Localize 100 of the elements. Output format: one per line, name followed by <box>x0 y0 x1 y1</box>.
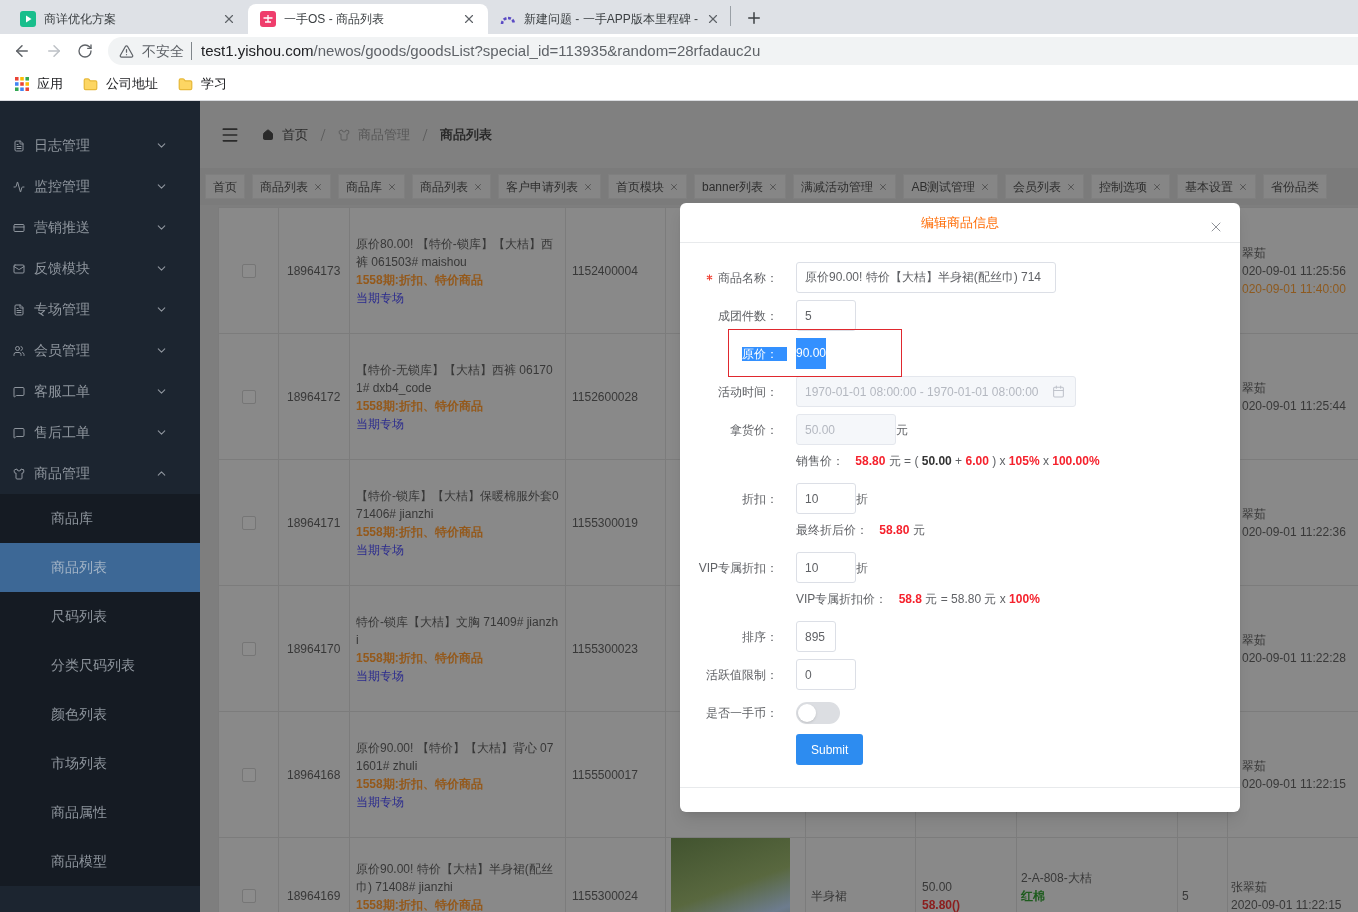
sidebar-menu-item[interactable]: 专场管理 <box>0 289 200 330</box>
separator-icon <box>320 127 326 142</box>
page-tag[interactable]: 首页 <box>205 174 245 199</box>
sidebar-submenu-item[interactable]: 商品列表 <box>0 543 200 592</box>
field-label: 拿货价： <box>730 421 778 439</box>
sidebar-menu-item[interactable]: 售后工单 <box>0 412 200 453</box>
address-field[interactable]: 不安全 test1.yishou.com/newos/goods/goodsList?special_id=113935&random=28rfadauc2u <box>108 37 1358 65</box>
topic-link[interactable]: 当期专场 <box>356 792 404 811</box>
sidebar-submenu-item[interactable]: 市场列表 <box>0 739 200 788</box>
sidebar-menu-item[interactable]: 会员管理 <box>0 330 200 371</box>
page-tag[interactable]: 基本设置 <box>1177 174 1257 199</box>
calendar-icon <box>1052 385 1065 398</box>
required-icon <box>706 274 713 281</box>
promo-label: 1558期:折扣、特价商品 <box>356 649 484 667</box>
page-tag[interactable]: 商品列表 <box>252 174 331 199</box>
pulse-icon <box>13 180 25 193</box>
product-id: 18964170 <box>287 640 341 658</box>
sidebar-submenu-item[interactable]: 商品库 <box>0 494 200 543</box>
page-tag[interactable]: 商品库 <box>338 174 405 199</box>
bookmark-item[interactable]: 应用 <box>15 74 63 94</box>
message-icon <box>13 385 25 398</box>
field-label: VIP专属折扣： <box>698 559 778 577</box>
sale-price: 58.80() <box>922 896 962 912</box>
page-tag[interactable]: 控制选项 <box>1091 174 1171 199</box>
product-code: 1155300024 <box>572 887 638 905</box>
price-value: 90.00 <box>796 338 827 369</box>
warning-icon <box>119 43 134 59</box>
page-tag[interactable]: 满减活动管理 <box>793 174 897 199</box>
field-label: 是否一手币： <box>706 705 778 722</box>
creator-name: 翠茹 <box>1242 379 1267 397</box>
field-label: 活跃值限制： <box>706 666 778 684</box>
sidebar-menu-item[interactable]: 营销推送 <box>0 207 200 248</box>
creator-name: 翠茹 <box>1242 757 1267 775</box>
sidebar-submenu-item[interactable]: 分类尺码列表 <box>0 641 200 690</box>
text-input[interactable]: 0 <box>796 659 856 690</box>
bookmark-item[interactable]: 学习 <box>178 74 227 94</box>
category-text: 半身裙 <box>811 887 847 905</box>
sidebar-menu-item[interactable]: 商品管理 <box>0 453 200 494</box>
product-code: 1152600028 <box>572 388 638 406</box>
product-code: 1155500017 <box>572 766 638 784</box>
text-input[interactable]: 原价90.00! 特价【大桔】半身裙(配丝巾) 714 <box>796 262 1056 293</box>
new-tab-icon[interactable] <box>745 9 763 27</box>
envelope-icon <box>13 262 25 275</box>
page-tag[interactable]: AB测试管理 <box>903 174 999 199</box>
browser-tab[interactable]: 一手OS - 商品列表 <box>248 4 488 34</box>
page-tag[interactable]: 客户申请列表 <box>498 174 601 199</box>
page-tag[interactable]: 省份品类 <box>1263 174 1328 199</box>
breadcrumb-item: 商品列表 <box>440 125 492 144</box>
sidebar-submenu-item[interactable]: 商品属性 <box>0 788 200 837</box>
product-id: 18964169 <box>287 887 341 905</box>
field-label: 活动时间： <box>718 383 778 401</box>
sidebar-submenu-item[interactable]: 尺码列表 <box>0 592 200 641</box>
sidebar-submenu-item[interactable]: 商品模型 <box>0 837 200 886</box>
text-input[interactable]: 10 <box>796 552 856 583</box>
page-tag[interactable]: banner列表 <box>694 174 787 199</box>
topic-link[interactable]: 当期专场 <box>356 288 404 307</box>
folder-icon <box>83 76 98 92</box>
bookmark-item[interactable]: 公司地址 <box>83 74 158 94</box>
submit-button[interactable]: Submit <box>796 734 864 765</box>
creator-name: 翠茹 <box>1242 631 1267 649</box>
timestamp: 020-09-01 11:25:44 <box>1242 397 1347 415</box>
back-icon[interactable] <box>13 42 31 60</box>
page-tag[interactable]: 商品列表 <box>412 174 491 199</box>
product-id: 18964172 <box>287 388 341 406</box>
product-title: 【特价-无锁库】【大桔】西裤 061701# dxb4_code <box>356 361 554 397</box>
breadcrumb-item[interactable]: 首页 <box>282 124 308 145</box>
sidebar-menu-item[interactable]: 日志管理 <box>0 125 200 166</box>
timestamp: 020-09-01 11:22:15 <box>1242 775 1347 793</box>
field-label: 商品名称： <box>718 269 778 287</box>
text-input[interactable]: 10 <box>796 483 856 514</box>
toggle-switch[interactable] <box>796 702 840 724</box>
promo-label: 1558期:折扣、特价商品 <box>356 896 484 912</box>
text-input[interactable]: 5 <box>796 300 856 331</box>
product-code: 1152400004 <box>572 262 638 280</box>
price-formula: VIP专属折扣价： 58.8 元 = 58.80 元 x 100% <box>796 591 1040 608</box>
close-icon[interactable] <box>462 12 476 26</box>
reload-icon[interactable] <box>77 43 93 59</box>
unit-label: 折 <box>856 559 868 577</box>
product-id: 18964171 <box>287 514 341 532</box>
sidebar-submenu-item[interactable]: 颜色列表 <box>0 690 200 739</box>
fabric-label: 红棉 <box>1021 887 1046 905</box>
creator-name: 翠茹 <box>1242 505 1267 523</box>
promo-label: 1558期:折扣、特价商品 <box>356 271 484 289</box>
security-label[interactable]: 不安全 <box>142 40 184 62</box>
topic-link[interactable]: 当期专场 <box>356 540 404 559</box>
close-icon[interactable] <box>222 12 236 26</box>
apps-grid-icon <box>15 77 29 91</box>
sidebar-menu-item[interactable]: 反馈模块 <box>0 248 200 289</box>
topic-link[interactable]: 当期专场 <box>356 666 404 685</box>
field-label: 成团件数： <box>718 307 778 325</box>
shirt-icon <box>13 467 25 480</box>
page-tag[interactable]: 首页模块 <box>608 174 687 199</box>
count-text: 5 <box>1182 887 1189 905</box>
close-icon[interactable] <box>706 12 720 26</box>
text-input[interactable]: 895 <box>796 621 836 652</box>
sidebar-menu-item[interactable]: 客服工单 <box>0 371 200 412</box>
product-title: 原价80.00! 【特价-锁库】【大桔】西裤 061503# maishou <box>356 235 554 271</box>
sidebar-menu-item[interactable]: 监控管理 <box>0 166 200 207</box>
topic-link[interactable]: 当期专场 <box>356 414 404 433</box>
page-tag[interactable]: 会员列表 <box>1005 174 1085 199</box>
